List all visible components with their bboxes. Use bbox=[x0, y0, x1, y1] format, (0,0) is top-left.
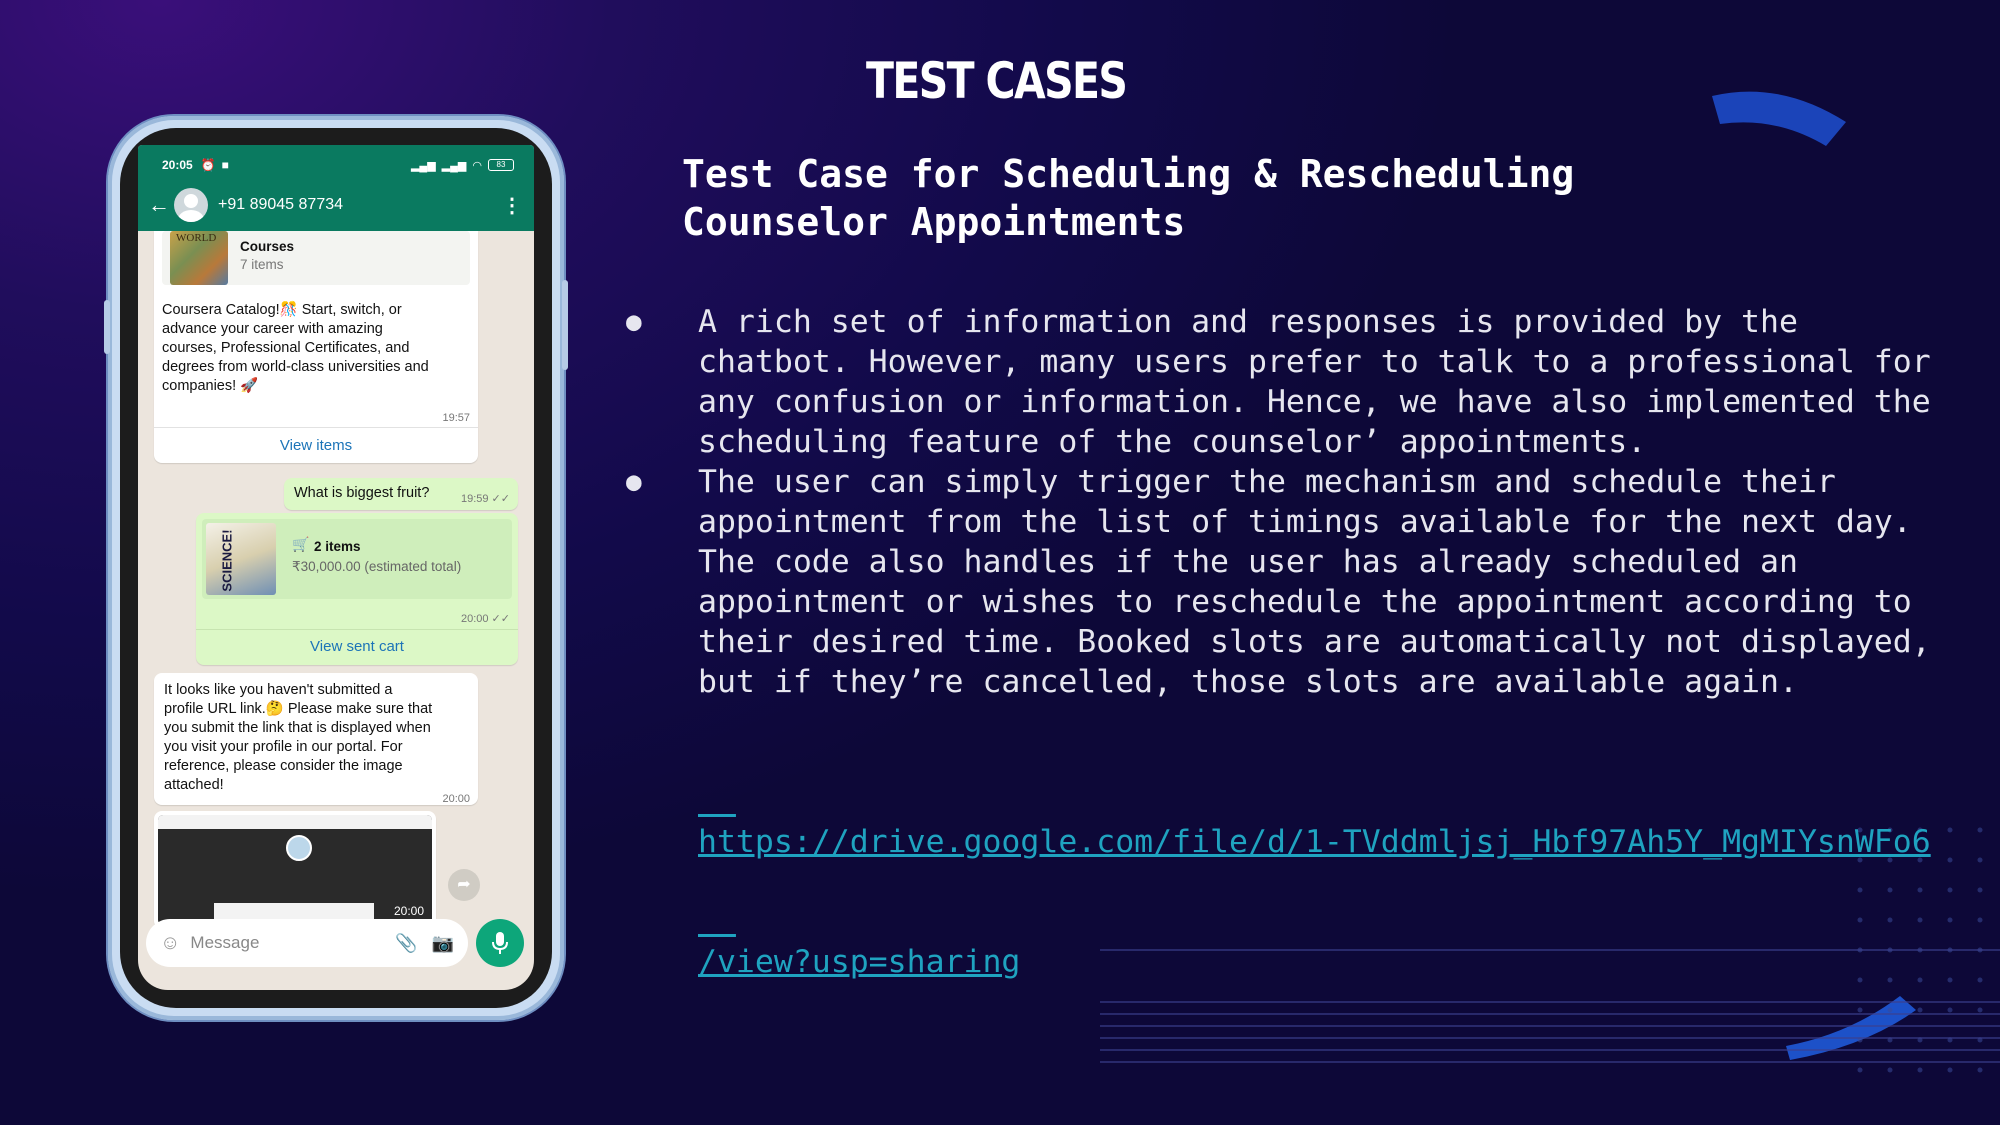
message-line: you submit the link that is displayed wh… bbox=[164, 720, 431, 736]
bullet-item: ● The user can simply trigger the mechan… bbox=[626, 462, 2000, 702]
message-line: courses, Professional Certificates, and bbox=[162, 340, 410, 356]
message-input[interactable]: Message bbox=[190, 933, 259, 953]
message-time: 20:00 ✓✓ bbox=[460, 613, 510, 625]
cart-thumbnail: SCIENCE! bbox=[206, 523, 276, 595]
volume-button bbox=[104, 300, 110, 354]
status-icons: ▂▄▆ ▂▄▆ ◠ 83 bbox=[411, 159, 514, 172]
mic-button[interactable] bbox=[476, 919, 524, 967]
catalog-title: Courses bbox=[240, 239, 295, 254]
message-line: Coursera Catalog!🎊 Start, switch, or bbox=[162, 302, 402, 318]
bullet-line: appointment or wishes to reschedule the … bbox=[698, 584, 1912, 620]
screenshot-image[interactable]: 20:00 bbox=[158, 815, 432, 925]
catalog-message: WORLD Courses 7 items Coursera Catalog!🎊… bbox=[154, 231, 478, 463]
catalog-thumbnail: WORLD bbox=[170, 231, 228, 285]
image-message[interactable]: 20:00 bbox=[154, 811, 436, 929]
cart-title: 2 items bbox=[314, 539, 361, 554]
message-line: advance your career with amazing bbox=[162, 321, 383, 337]
message-text: It looks like you haven't submitted a pr… bbox=[164, 681, 470, 795]
bullet-line: A rich set of information and responses … bbox=[698, 304, 1798, 340]
phone-screen: 20:05 ⏰ ■ ▂▄▆ ▂▄▆ ◠ 83 ← +91 89045 87734… bbox=[138, 145, 534, 990]
screenshot-pointer bbox=[286, 835, 312, 861]
message-time: 20:00 bbox=[442, 793, 470, 805]
subtitle-line: Test Case for Scheduling & Rescheduling bbox=[682, 152, 1575, 196]
message-line: companies! 🚀 bbox=[162, 378, 259, 394]
battery-icon: 83 bbox=[488, 159, 514, 171]
catalog-thumbnail-text: WORLD bbox=[176, 232, 217, 244]
cart-icon: 🛒 bbox=[292, 536, 310, 552]
drive-link-line[interactable]: https://drive.google.com/file/d/1-TVddml… bbox=[698, 822, 1931, 862]
message-line: attached! bbox=[164, 777, 224, 793]
bullet-text: A rich set of information and responses … bbox=[698, 302, 2000, 462]
bullet-list: ● A rich set of information and response… bbox=[626, 302, 2000, 702]
view-items-link[interactable]: View items bbox=[154, 436, 478, 455]
cart-message: SCIENCE! 🛒 2 items ₹30,000.00 (estimated… bbox=[196, 513, 518, 665]
bullet-item: ● A rich set of information and response… bbox=[626, 302, 2000, 462]
attach-icon[interactable]: 📎 bbox=[395, 933, 417, 954]
outgoing-message: What is biggest fruit? 19:59 ✓✓ bbox=[284, 478, 518, 510]
chat-title-row: ← +91 89045 87734 ⋮ bbox=[148, 185, 522, 225]
catalog-card[interactable]: WORLD Courses 7 items bbox=[162, 231, 470, 285]
back-arrow-icon[interactable]: ← bbox=[148, 192, 170, 218]
cart-thumbnail-text: SCIENCE! bbox=[219, 529, 235, 592]
bullet-line: any confusion or information. Hence, we … bbox=[698, 384, 1931, 420]
divider bbox=[196, 629, 518, 630]
message-line: profile URL link.🤔 Please make sure that bbox=[164, 701, 433, 717]
message-line: It looks like you haven't submitted a bbox=[164, 682, 393, 698]
bullet-line: but if they’re cancelled, those slots ar… bbox=[698, 664, 1798, 700]
more-options-icon[interactable]: ⋮ bbox=[502, 193, 522, 218]
message-text: What is biggest fruit? bbox=[294, 485, 430, 501]
message-time: 19:57 bbox=[442, 412, 470, 424]
status-time: 20:05 bbox=[162, 158, 193, 172]
message-line: degrees from world-class universities an… bbox=[162, 359, 429, 375]
bullet-line: scheduling feature of the counselor’ app… bbox=[698, 424, 1647, 460]
contact-name[interactable]: +91 89045 87734 bbox=[218, 196, 343, 214]
message-time: 19:59 ✓✓ bbox=[460, 493, 510, 505]
emoji-icon[interactable]: ☺ bbox=[160, 932, 180, 955]
mic-icon bbox=[492, 932, 508, 954]
bullet-text: The user can simply trigger the mechanis… bbox=[698, 462, 2000, 702]
camera-icon[interactable]: 📷 bbox=[432, 933, 454, 954]
wifi-icon: ◠ bbox=[472, 159, 482, 172]
view-sent-cart-link[interactable]: View sent cart bbox=[196, 637, 518, 656]
forward-icon[interactable]: ➦ bbox=[448, 869, 480, 901]
slide-title: TEST CASES bbox=[866, 52, 1128, 110]
alarm-icon: ⏰ bbox=[200, 158, 216, 172]
divider bbox=[154, 427, 478, 428]
cart-card[interactable]: SCIENCE! 🛒 2 items ₹30,000.00 (estimated… bbox=[202, 519, 512, 599]
screenshot-navbar bbox=[158, 815, 432, 829]
drive-link[interactable]: https://drive.google.com/file/d/1-TVddml… bbox=[698, 742, 1931, 1022]
message-line: reference, please consider the image bbox=[164, 758, 403, 774]
chat-header: 20:05 ⏰ ■ ▂▄▆ ▂▄▆ ◠ 83 ← +91 89045 87734… bbox=[138, 145, 534, 231]
cart-total: ₹30,000.00 (estimated total) bbox=[292, 559, 462, 574]
catalog-count: 7 items bbox=[240, 257, 284, 272]
message-input-bar[interactable]: ☺ Message 📎 📷 bbox=[146, 919, 468, 967]
bullet-marker: ● bbox=[626, 467, 642, 497]
signal-icon: ▂▄▆ bbox=[441, 159, 467, 172]
power-button bbox=[562, 280, 568, 370]
incoming-message: It looks like you haven't submitted a pr… bbox=[154, 673, 478, 805]
bullet-line: chatbot. However, many users prefer to t… bbox=[698, 344, 1931, 380]
slide-subtitle: Test Case for Scheduling & Rescheduling … bbox=[682, 150, 1882, 246]
status-bar: 20:05 ⏰ ■ ▂▄▆ ▂▄▆ ◠ 83 bbox=[162, 155, 514, 175]
drive-link-line[interactable]: /view?usp=sharing bbox=[698, 942, 1931, 982]
message-text: Coursera Catalog!🎊 Start, switch, or adv… bbox=[162, 301, 472, 396]
video-icon: ■ bbox=[221, 158, 229, 172]
bullet-marker: ● bbox=[626, 307, 642, 337]
bullet-line: The user can simply trigger the mechanis… bbox=[698, 464, 1836, 500]
avatar[interactable] bbox=[174, 188, 208, 222]
subtitle-line: Counselor Appointments bbox=[682, 200, 1186, 244]
message-line: you visit your profile in our portal. Fo… bbox=[164, 739, 403, 755]
bullet-line: their desired time. Booked slots are aut… bbox=[698, 624, 1931, 660]
bullet-line: appointment from the list of timings ava… bbox=[698, 504, 1912, 540]
bullet-line: The code also handles if the user has al… bbox=[698, 544, 1798, 580]
signal-icon: ▂▄▆ bbox=[410, 159, 436, 172]
